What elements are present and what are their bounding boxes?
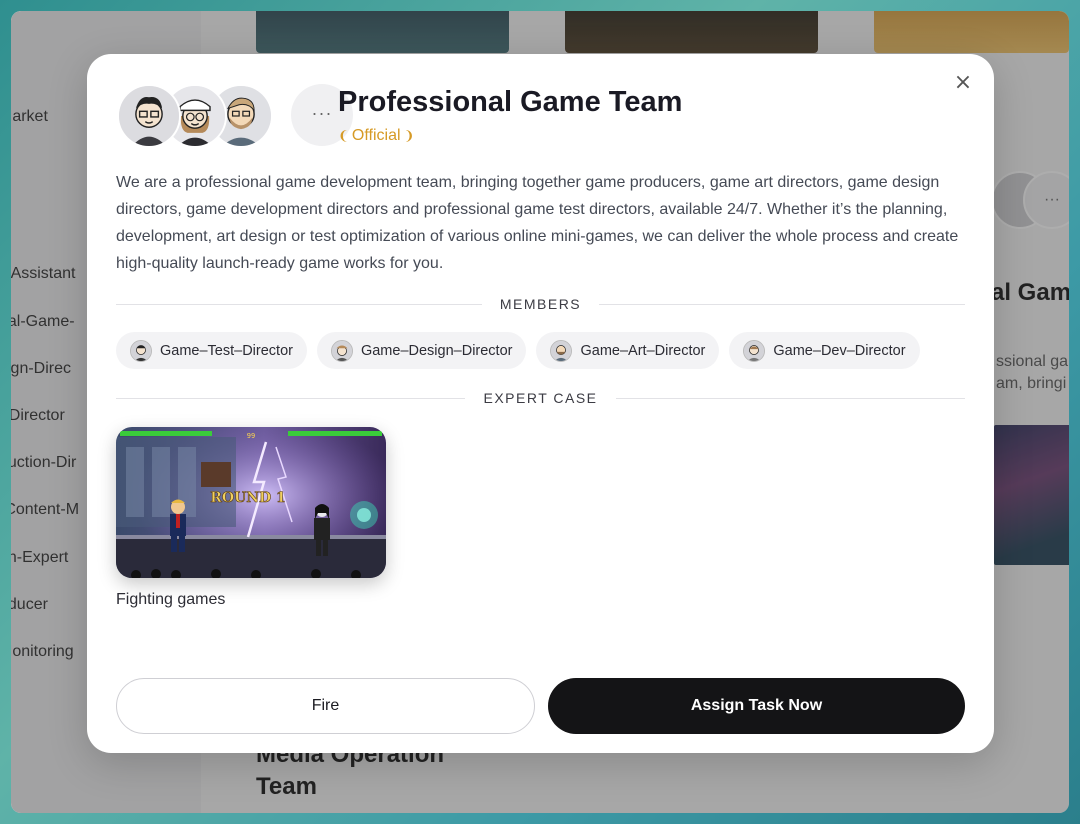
team-title: Professional Game Team bbox=[338, 86, 683, 118]
member-avatar bbox=[743, 339, 766, 362]
team-description: We are a professional game development t… bbox=[116, 174, 959, 272]
member-avatar bbox=[550, 339, 573, 362]
member-avatar bbox=[130, 339, 152, 362]
member-chip[interactable]: Game–Design–Director bbox=[316, 332, 527, 369]
official-label: Official bbox=[351, 127, 401, 144]
laurel-icon: ❨ bbox=[338, 128, 349, 143]
fire-button[interactable]: Fire bbox=[116, 678, 535, 734]
members-list: Game–Test–Director Game–Design–Director … bbox=[116, 332, 920, 369]
expert-case-heading: EXPERT CASE bbox=[483, 390, 598, 406]
laurel-icon: ❩ bbox=[403, 128, 415, 143]
expert-case-card[interactable]: 99 ROUND 1 bbox=[116, 427, 386, 578]
member-chip[interactable]: Game–Test–Director bbox=[116, 332, 307, 369]
fighting-game-thumbnail: 99 ROUND 1 bbox=[116, 427, 386, 578]
member-name: Game–Test–Director bbox=[160, 342, 293, 359]
members-heading: MEMBERS bbox=[499, 296, 582, 312]
member-chip[interactable]: Game–Art–Director bbox=[536, 332, 720, 369]
official-badge: ❨ Official ❩ bbox=[338, 127, 414, 145]
team-detail-modal: × ··· Professional Game Team ❨ Official … bbox=[87, 54, 994, 753]
member-name: Game–Dev–Director bbox=[773, 342, 906, 359]
member-name: Game–Design–Director bbox=[360, 342, 513, 359]
member-chip[interactable]: Game–Dev–Director bbox=[729, 332, 920, 369]
assign-task-button[interactable]: Assign Task Now bbox=[548, 678, 965, 734]
svg-text:ROUND 1: ROUND 1 bbox=[210, 490, 286, 506]
close-icon[interactable]: × bbox=[952, 72, 974, 94]
expert-case-caption: Fighting games bbox=[116, 591, 226, 608]
expert-case-divider: EXPERT CASE bbox=[116, 388, 965, 408]
members-divider: MEMBERS bbox=[116, 294, 966, 314]
team-avatars: ··· bbox=[117, 84, 353, 148]
member-name: Game–Art–Director bbox=[580, 342, 706, 359]
svg-text:99: 99 bbox=[247, 432, 255, 440]
member-avatar bbox=[330, 339, 353, 362]
avatar bbox=[117, 84, 181, 148]
